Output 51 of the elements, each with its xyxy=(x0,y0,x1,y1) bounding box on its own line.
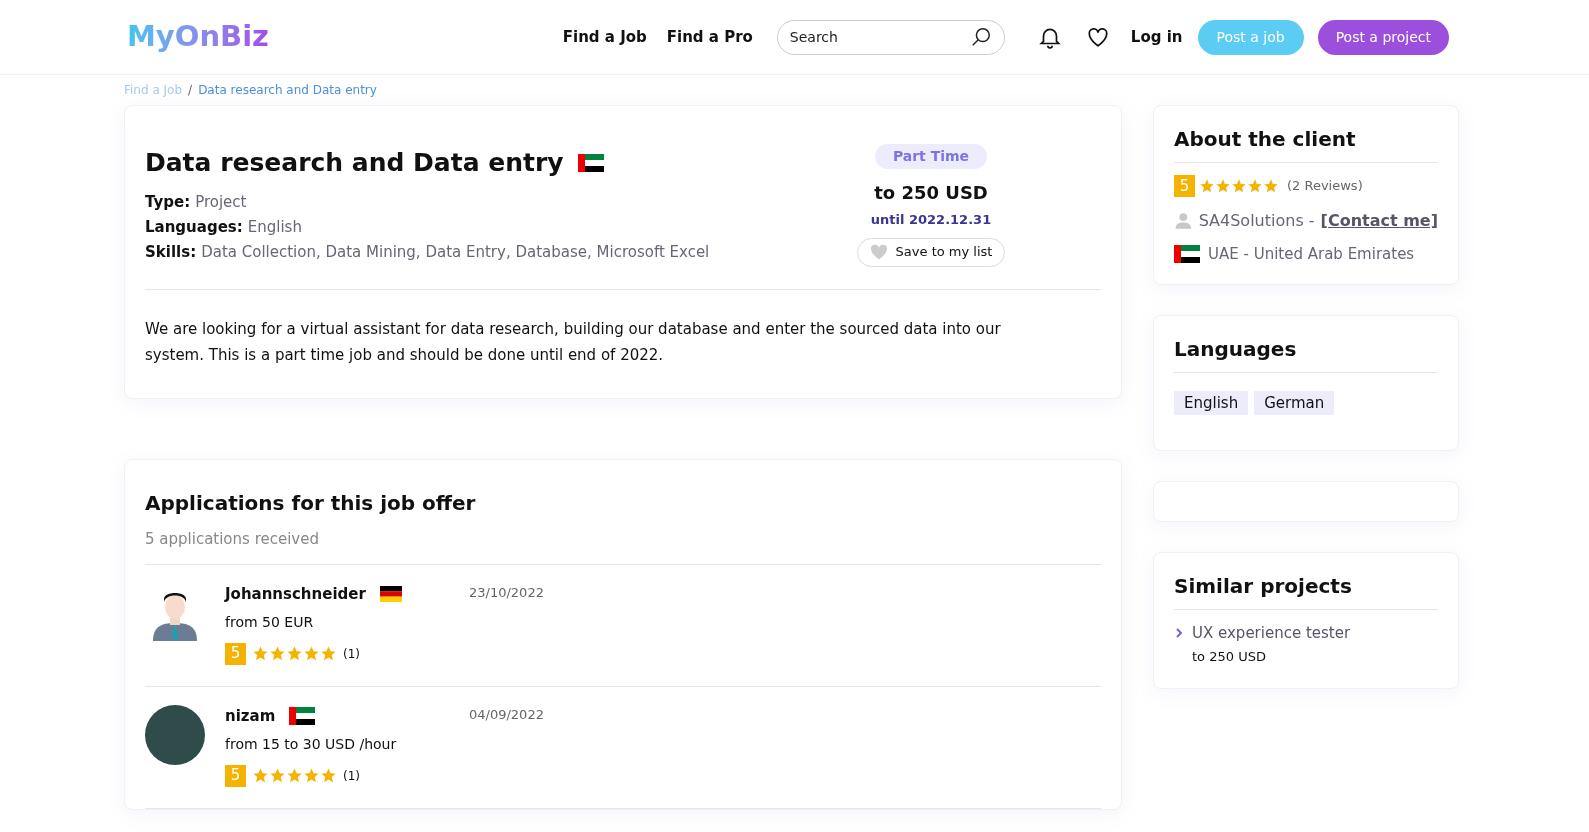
rating-score: 5 xyxy=(225,642,246,665)
rating-score: 5 xyxy=(225,764,246,787)
applicant-name[interactable]: nizam xyxy=(225,705,276,728)
application-date: 23/10/2022 xyxy=(469,584,544,601)
review-count: (1) xyxy=(343,645,360,663)
applicant-rate: from 15 to 30 USD /hour xyxy=(225,734,398,754)
job-deadline: until 2022.12.31 xyxy=(870,211,992,229)
flag-icon xyxy=(577,153,604,172)
project-budget: to 250 USD xyxy=(1192,649,1266,664)
project-link[interactable]: UX experience tester xyxy=(1192,621,1351,644)
client-name: SA4Solutions - xyxy=(1198,210,1315,232)
search-icon[interactable] xyxy=(969,26,992,48)
application-date: 04/09/2022 xyxy=(469,706,544,723)
nav-link[interactable]: Find a Job xyxy=(562,25,647,49)
review-count: (1) xyxy=(343,767,360,785)
detail-value: English xyxy=(247,216,302,238)
avatar-photo-placeholder xyxy=(145,705,205,765)
section-title: About the client xyxy=(1174,124,1438,163)
nav-link[interactable]: Find a Pro xyxy=(666,25,753,49)
search-input[interactable]: Search xyxy=(789,26,970,48)
section-title: Applications for this job offer xyxy=(145,489,477,517)
heart-icon xyxy=(869,244,888,260)
rating-score: 5 xyxy=(1174,175,1195,197)
breadcrumb-separator: / xyxy=(188,82,193,99)
detail-value: Project xyxy=(195,191,247,213)
language-tag: German xyxy=(1254,390,1335,415)
flag-icon xyxy=(289,707,316,726)
job-type-badge: Part Time xyxy=(874,144,988,169)
breadcrumb-link[interactable]: Data research and Data entry xyxy=(198,81,377,99)
chevron-right-icon xyxy=(1174,626,1184,639)
client-country: UAE - United Arab Emirates xyxy=(1208,244,1415,265)
detail-label: Skills: xyxy=(145,241,197,263)
language-tag: English xyxy=(1174,390,1249,415)
flag-icon xyxy=(1174,245,1200,264)
contact-link[interactable]: [Contact me] xyxy=(1320,209,1438,233)
detail-value: Data Collection, Data Mining, Data Entry, Database, Microsoft Excel xyxy=(201,241,710,263)
flag-icon xyxy=(379,586,402,603)
login-link[interactable]: Log in xyxy=(1130,25,1183,49)
post-project-button[interactable]: Post a project xyxy=(1317,19,1449,55)
detail-label: Type: xyxy=(145,191,191,213)
application-count: 5 applications received xyxy=(145,527,1101,565)
detail-label: Languages: xyxy=(145,216,243,238)
job-title: Data research and Data entry xyxy=(145,147,564,179)
applicant-name[interactable]: Johannschneider xyxy=(225,583,366,606)
job-budget: to 250 USD xyxy=(874,181,988,205)
section-title: Languages xyxy=(1174,333,1438,373)
user-icon xyxy=(1174,210,1193,232)
job-description: We are looking for a virtual assistant for data research, building our database and enter the sourced data into our system. This is a part time job and should be done until end of 2022. xyxy=(145,318,1002,366)
applicant-rate: from 50 EUR xyxy=(225,612,315,632)
section-title: Similar projects xyxy=(1174,570,1438,610)
review-count: (2 Reviews) xyxy=(1287,177,1363,196)
